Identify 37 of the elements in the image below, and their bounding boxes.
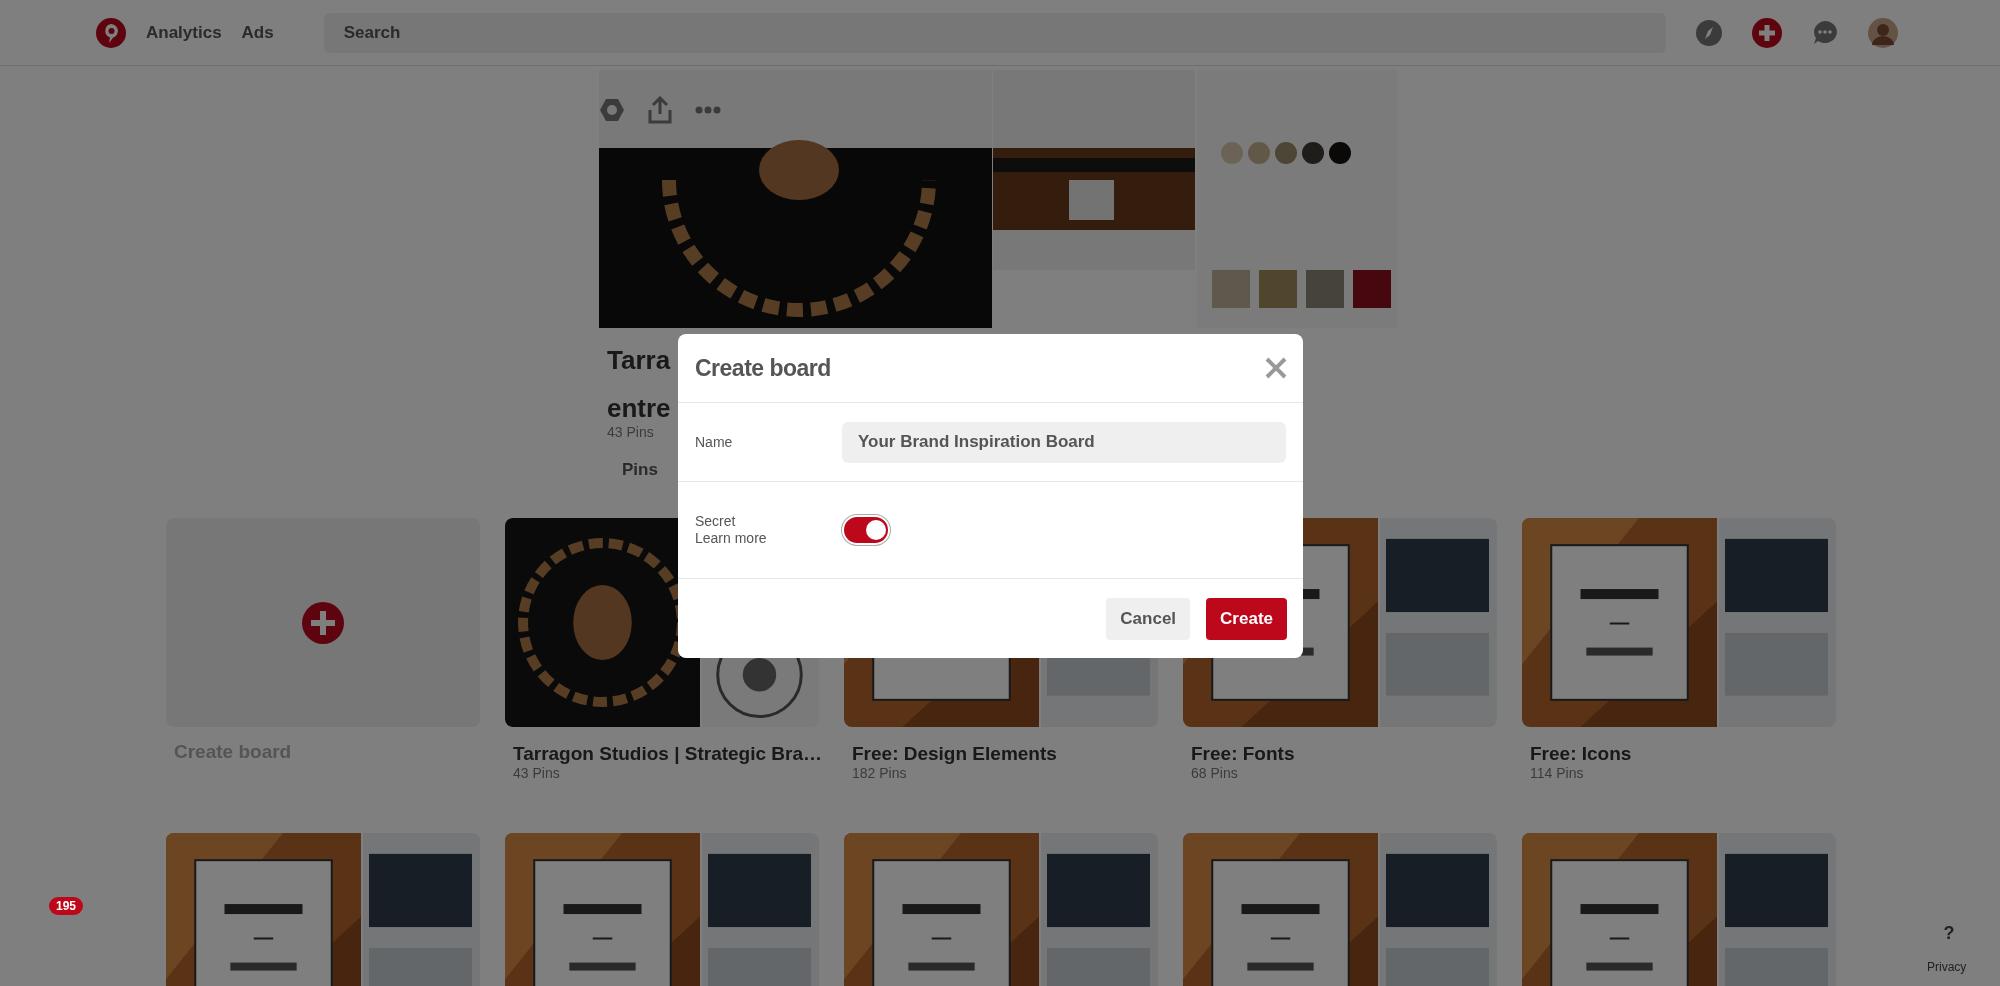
privacy-link[interactable]: Privacy [1927, 960, 1967, 974]
plus-icon[interactable] [1751, 17, 1782, 48]
field-label: Secret [695, 513, 737, 530]
field-label: Name [695, 434, 734, 450]
pins-tab[interactable]: Pins [622, 460, 658, 480]
board-title[interactable]: Free: Fonts [1191, 743, 1497, 765]
name-field[interactable]: Your Brand Inspiration Board [842, 421, 1286, 463]
create-board-tile[interactable] [166, 518, 480, 727]
board-title: entre [607, 392, 671, 424]
pin-count: 68 Pins [1191, 765, 1239, 781]
pin-count: 43 Pins [607, 424, 654, 440]
hexagon-icon[interactable] [599, 97, 625, 123]
close-icon[interactable] [1265, 357, 1287, 379]
avatar-icon[interactable] [1867, 17, 1898, 48]
nav-link[interactable]: Ads [241, 22, 274, 43]
dialog-title: Create board [695, 354, 831, 382]
board-title[interactable]: Free: Icons [1530, 743, 1836, 765]
secret-toggle[interactable] [842, 515, 890, 545]
pin-count: 43 Pins [513, 765, 561, 781]
board-title[interactable]: Free: Design Elements [852, 743, 1158, 765]
board-title: Tarra [607, 344, 671, 376]
cancel-button[interactable]: Cancel [1106, 598, 1191, 640]
plus-icon [302, 601, 344, 644]
nav-link[interactable]: Analytics [146, 22, 222, 43]
help-button[interactable]: ? [1936, 920, 1962, 946]
pin-count: 114 Pins [1530, 765, 1585, 781]
logo-icon[interactable] [96, 17, 126, 48]
search-field[interactable]: Search [323, 12, 1666, 53]
notification-badge: 195 [49, 897, 84, 915]
chat-icon[interactable] [1811, 19, 1838, 46]
compass-icon[interactable] [1695, 19, 1722, 46]
create-button[interactable]: Create [1206, 598, 1287, 640]
pin-count: 182 Pins [852, 765, 908, 781]
more-icon[interactable] [695, 106, 721, 114]
learn-more-link[interactable]: Learn more [695, 530, 842, 547]
share-icon[interactable] [647, 96, 673, 124]
board-title[interactable]: Tarragon Studios | Strategic Bra… [513, 743, 819, 765]
